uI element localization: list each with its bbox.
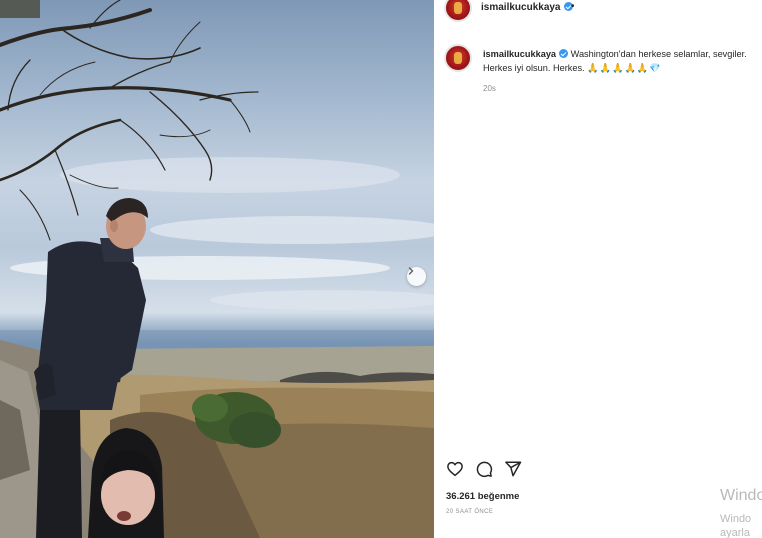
post-caption: ismailkucukkaya Washington'dan herkese s… [483,47,762,75]
os-activation-subtext: Windo ayarla [720,512,751,538]
header-username[interactable]: ismailkucukkaya [481,2,561,13]
caption-timestamp: 20s [483,84,496,93]
chevron-right-icon [408,267,414,275]
post-side-panel [434,0,762,538]
likes-count[interactable]: 36.261 beğenme [446,491,519,502]
like-button[interactable] [445,459,465,479]
carousel-next-button[interactable] [407,267,426,286]
post-actions [445,459,523,479]
os-activation-line3: ayarla [720,527,750,538]
header-separator: • [571,1,575,12]
header-username-row: ismailkucukkaya [481,2,573,13]
caption-avatar[interactable] [444,44,472,72]
caption-emojis: 🙏🙏🙏🙏🙏💎 [587,63,662,73]
caption-username[interactable]: ismailkucukkaya [483,49,556,59]
os-activation-line2: Windo [720,513,752,525]
photo-scene [0,0,434,538]
post-photo[interactable] [0,0,434,538]
comment-button[interactable] [474,459,494,479]
post-timestamp: 20 SAAT ÖNCE [446,509,494,515]
os-activation-watermark: Windo [720,487,762,504]
caption-text-line2: Herkes iyi olsun. Herkes. [483,63,585,73]
send-icon [505,461,522,477]
caption-text-line1: Washington'dan herkese selamlar, sevgile… [570,49,747,59]
comment-icon [476,461,493,478]
share-button[interactable] [503,459,523,479]
heart-icon [447,461,463,477]
verified-badge-icon [559,49,569,58]
